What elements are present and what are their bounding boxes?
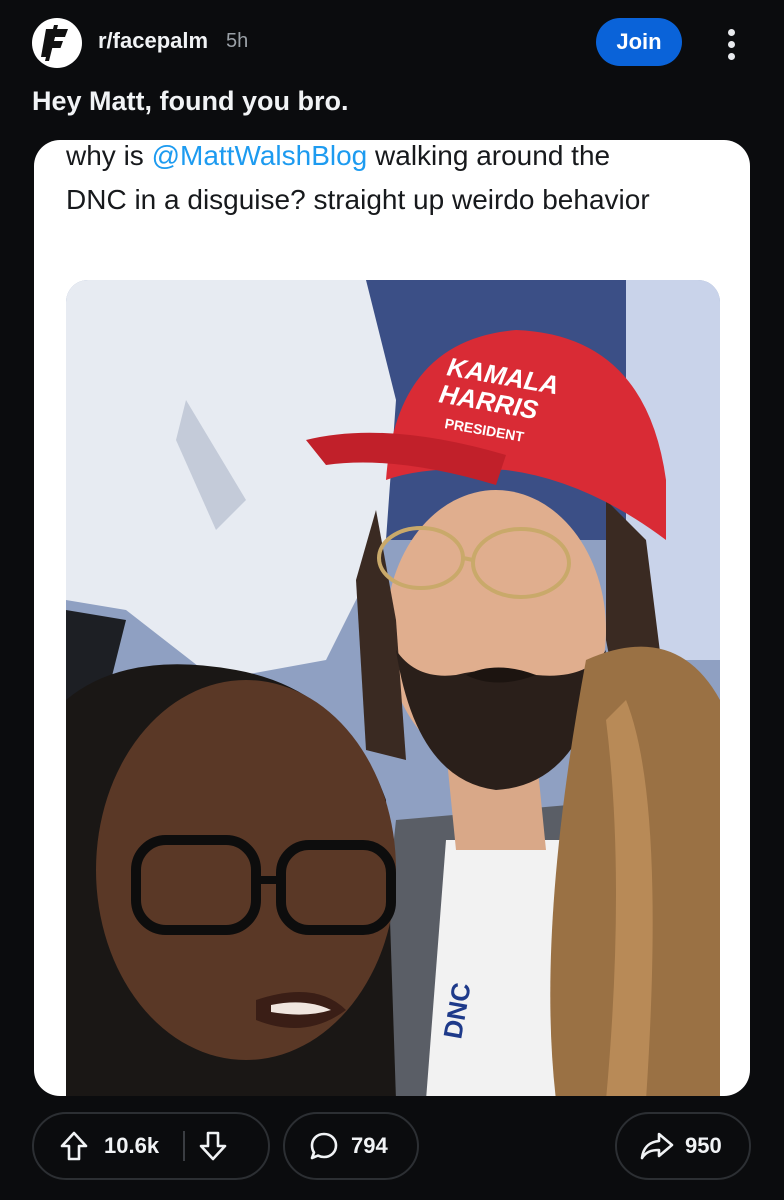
crowd-photo: DNC KAMALA HARRIS PRESIDENT [66, 280, 720, 1096]
crowd-photo-illustration: DNC KAMALA HARRIS PRESIDENT [66, 280, 720, 1096]
tweet-text: why is @MattWalshBlog walking around the… [66, 140, 706, 222]
subreddit-name[interactable]: r/facepalm [98, 28, 208, 54]
action-bar: 10.6k 794 950 [0, 1112, 784, 1182]
post-image[interactable]: why is @MattWalshBlog walking around the… [34, 140, 750, 1096]
downvote-arrow-icon[interactable] [195, 1128, 231, 1164]
comment-bubble-icon [307, 1129, 341, 1163]
vote-controls: 10.6k [32, 1112, 270, 1180]
post-header: r/facepalm 5h Join [0, 0, 784, 84]
share-arrow-icon [639, 1129, 675, 1163]
comment-button[interactable]: 794 [283, 1112, 419, 1180]
share-count: 950 [685, 1133, 722, 1158]
more-options-icon[interactable] [716, 22, 746, 66]
facepalm-logo-icon [41, 25, 68, 61]
vote-divider [183, 1131, 186, 1161]
subreddit-avatar[interactable] [32, 18, 82, 68]
post-time: 5h [226, 30, 249, 52]
post-page: r/facepalm 5h Join Hey Matt, found you b… [0, 0, 784, 1200]
tweet-mention: @MattWalshBlog [151, 140, 368, 171]
upvote-count: 10.6k [104, 1133, 160, 1158]
share-button[interactable]: 950 [615, 1112, 751, 1180]
tweet-text-prefix: why is [66, 140, 152, 171]
comment-count: 794 [351, 1133, 388, 1158]
join-button[interactable]: Join [596, 18, 682, 66]
tweet-text-body: DNC in a disguise? straight up weirdo be… [66, 184, 650, 215]
post-title: Hey Matt, found you bro. [32, 86, 349, 116]
tweet-text-suffix: walking around the [367, 140, 611, 171]
upvote-arrow-icon[interactable] [56, 1128, 92, 1164]
